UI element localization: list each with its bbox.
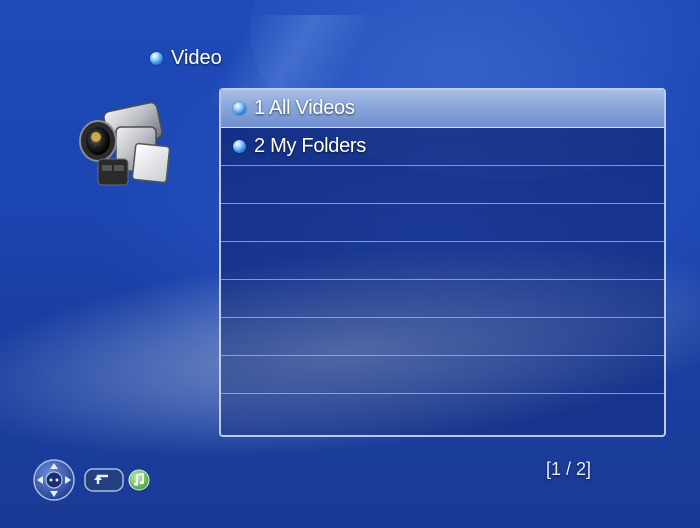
list-item-label: 2 My Folders (254, 135, 366, 157)
list-item-empty (221, 166, 664, 204)
page-title-text: Video (171, 47, 222, 69)
list-item-empty (221, 280, 664, 318)
list-item-empty (221, 394, 664, 432)
list-bullet-icon (233, 140, 246, 153)
list-item-empty (221, 318, 664, 356)
page-title: Video (150, 47, 222, 70)
list-bullet-icon (233, 102, 246, 115)
music-icon[interactable] (128, 469, 150, 491)
list-item-empty (221, 242, 664, 280)
return-icon[interactable] (84, 468, 124, 492)
menu-list: 1 All Videos 2 My Folders (219, 88, 666, 437)
media-player-screen: Video 1 All Videos 2 My Folders [1 / 2] (0, 0, 700, 528)
dpad-icon[interactable] (32, 458, 76, 502)
list-item-empty (221, 204, 664, 242)
video-camera-icon (79, 101, 171, 186)
title-bullet-icon (150, 52, 163, 65)
remote-control-hints (32, 458, 150, 502)
list-item-label: 1 All Videos (254, 97, 355, 119)
list-item-empty (221, 356, 664, 394)
list-item-all-videos[interactable]: 1 All Videos (221, 90, 664, 128)
page-indicator: [1 / 2] (546, 459, 592, 479)
list-item-my-folders[interactable]: 2 My Folders (221, 128, 664, 166)
